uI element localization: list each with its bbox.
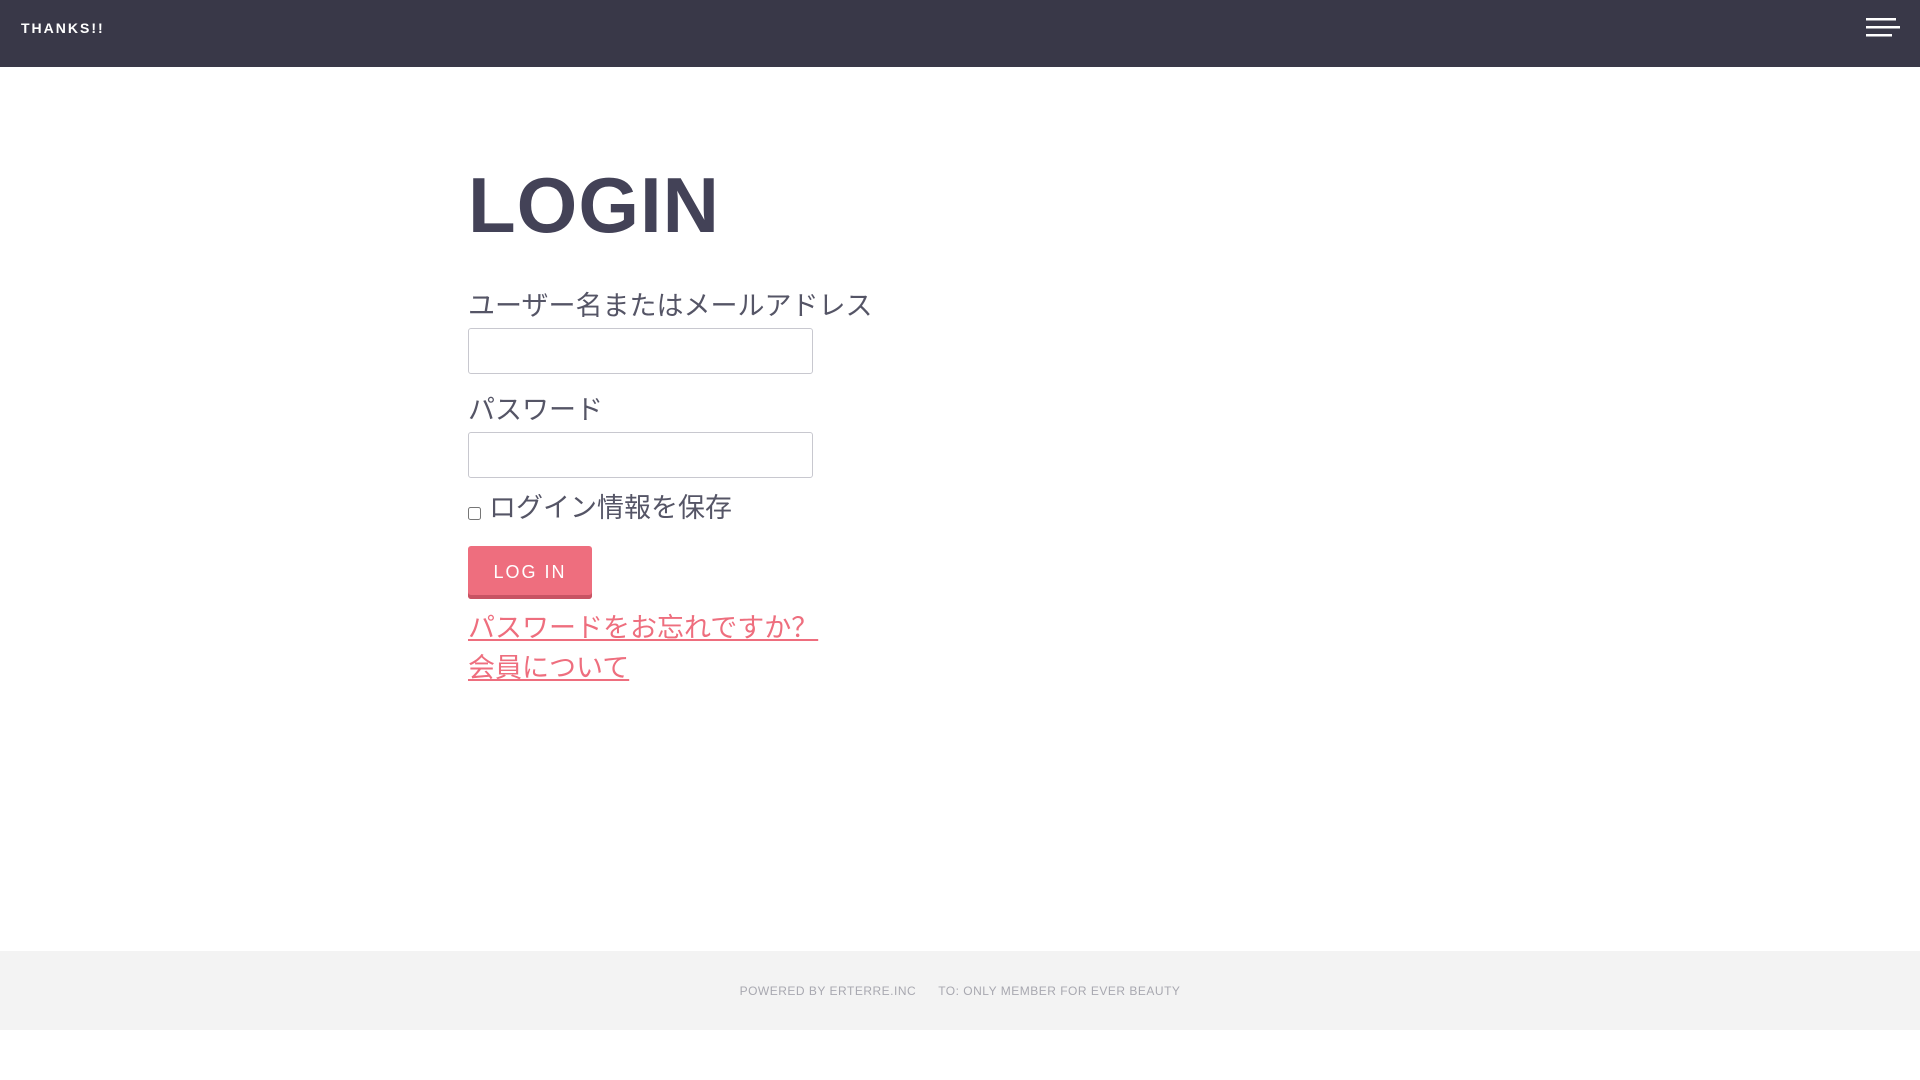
page-title: LOGIN xyxy=(468,161,720,249)
footer-tagline: TO: ONLY MEMBER FOR EVER BEAUTY xyxy=(938,983,1181,998)
password-label: パスワード xyxy=(468,395,603,426)
top-nav-bar: THANKS!! xyxy=(0,0,1920,67)
password-input[interactable] xyxy=(468,432,813,478)
help-links: パスワードをお忘れですか？ 会員について xyxy=(468,609,1268,689)
remember-me-row: ログイン情報を保存 xyxy=(468,492,1268,526)
remember-me-checkbox[interactable] xyxy=(468,506,481,520)
menu-button[interactable] xyxy=(1866,16,1900,40)
remember-me-label[interactable]: ログイン情報を保存 xyxy=(489,492,732,526)
site-footer: POWERED BY ERTERRE.INC TO: ONLY MEMBER F… xyxy=(0,951,1920,1030)
username-input[interactable] xyxy=(468,328,813,374)
membership-info-link[interactable]: 会員について xyxy=(468,649,1268,689)
site-title-link[interactable]: THANKS!! xyxy=(21,20,105,36)
login-content: LOGIN ユーザー名またはメールアドレス パスワード ログイン情報を保存 LO… xyxy=(468,160,1268,689)
footer-powered-by: POWERED BY ERTERRE.INC xyxy=(739,983,917,998)
login-button[interactable]: LOG IN xyxy=(468,546,592,599)
hamburger-icon xyxy=(1866,18,1900,37)
forgot-password-link[interactable]: パスワードをお忘れですか？ xyxy=(468,609,1268,649)
login-form: ユーザー名またはメールアドレス パスワード ログイン情報を保存 LOG IN xyxy=(468,290,1268,599)
username-label: ユーザー名またはメールアドレス xyxy=(468,291,873,322)
